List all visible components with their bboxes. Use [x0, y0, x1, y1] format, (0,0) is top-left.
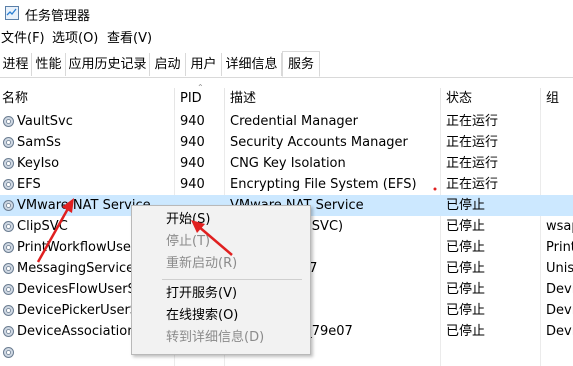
- tab-processes[interactable]: 进程: [0, 53, 32, 76]
- service-group: [546, 342, 573, 363]
- service-pid: 940: [180, 135, 205, 150]
- tab-app-history[interactable]: 应用历史记录: [66, 53, 150, 76]
- service-status: 正在运行: [446, 156, 499, 171]
- service-group: [546, 195, 573, 216]
- service-group: Devi: [546, 282, 573, 297]
- menu-separator: [162, 279, 302, 280]
- title-bar: 任务管理器: [0, 0, 573, 27]
- service-status: 已停止: [446, 282, 486, 297]
- service-status: 正在运行: [446, 114, 499, 129]
- menu-bar: 文件(F) 选项(O) 查看(V): [0, 29, 573, 49]
- service-status: 已停止: [446, 324, 486, 339]
- service-gear-icon: [2, 115, 15, 128]
- service-gear-icon: [2, 304, 15, 317]
- service-description: Credential Manager: [230, 114, 359, 129]
- service-gear-icon: [2, 199, 15, 212]
- menu-item-stop[interactable]: 停止(T): [166, 232, 210, 252]
- service-description: Encrypting File System (EFS): [230, 177, 417, 192]
- menu-options[interactable]: 选项(O): [52, 29, 98, 49]
- service-gear-icon: [2, 325, 15, 338]
- service-group: [546, 174, 573, 195]
- service-status: 已停止: [446, 198, 486, 213]
- menu-item-start[interactable]: 开始(S): [166, 210, 210, 230]
- tab-startup[interactable]: 启动: [150, 53, 186, 76]
- menu-view[interactable]: 查看(V): [107, 29, 152, 49]
- service-pid: 940: [180, 156, 205, 171]
- service-status: [446, 342, 538, 363]
- column-header-row: 名称 PID 描述 状态 组: [0, 88, 573, 110]
- column-header-group[interactable]: 组: [544, 88, 573, 110]
- service-pid: 940: [180, 177, 205, 192]
- service-name: KeyIso: [17, 156, 60, 171]
- menu-item-restart[interactable]: 重新启动(R): [166, 254, 237, 274]
- service-row[interactable]: EFS 940 Encrypting File System (EFS) 正在运行: [0, 174, 573, 195]
- service-gear-icon: [2, 220, 15, 233]
- window-title: 任务管理器: [25, 9, 91, 24]
- tab-performance[interactable]: 性能: [32, 53, 66, 76]
- context-menu: 开始(S) 停止(T) 重新启动(R) 打开服务(V) 在线搜索(O) 转到详细…: [131, 205, 311, 355]
- menu-file[interactable]: 文件(F): [1, 29, 45, 49]
- service-group: Print: [546, 240, 573, 255]
- service-group: wsap: [546, 219, 573, 234]
- service-description: CNG Key Isolation: [230, 156, 346, 171]
- service-gear-icon: [2, 136, 15, 149]
- menu-item-go-to-details[interactable]: 转到详细信息(D): [166, 328, 264, 348]
- service-status: 已停止: [446, 261, 486, 276]
- column-header-description[interactable]: 描述: [228, 88, 441, 110]
- tab-bar: 进程 性能 应用历史记录 启动 用户 详细信息 服务: [0, 51, 573, 78]
- service-gear-icon: [2, 283, 15, 296]
- tab-services[interactable]: 服务: [282, 51, 320, 77]
- service-status: 已停止: [446, 303, 486, 318]
- task-manager-icon: [5, 6, 19, 20]
- service-description: Security Accounts Manager: [230, 135, 408, 150]
- service-gear-icon: [2, 262, 15, 275]
- service-pid: 940: [180, 114, 205, 129]
- service-group: [546, 111, 573, 132]
- service-row[interactable]: KeyIso 940 CNG Key Isolation 正在运行: [0, 153, 573, 174]
- service-name: SamSs: [17, 135, 61, 150]
- service-name: VaultSvc: [17, 114, 73, 129]
- service-row[interactable]: SamSs 940 Security Accounts Manager 正在运行: [0, 132, 573, 153]
- column-header-status[interactable]: 状态: [444, 88, 541, 110]
- service-status: 已停止: [446, 240, 486, 255]
- tab-users[interactable]: 用户: [186, 53, 222, 76]
- service-group: Unis: [546, 261, 573, 276]
- service-group: [546, 153, 573, 174]
- service-group: Devi: [546, 324, 573, 339]
- service-gear-icon: [2, 178, 15, 191]
- service-status: 正在运行: [446, 135, 499, 150]
- service-gear-icon: [2, 346, 15, 359]
- column-header-pid[interactable]: PID: [178, 88, 225, 110]
- menu-item-open-services[interactable]: 打开服务(V): [166, 284, 237, 304]
- menu-item-search-online[interactable]: 在线搜索(O): [166, 306, 238, 326]
- service-group: [546, 132, 573, 153]
- service-status: 已停止: [446, 219, 486, 234]
- column-header-name[interactable]: 名称: [0, 88, 175, 110]
- service-gear-icon: [2, 157, 15, 170]
- service-group: Devi: [546, 303, 573, 318]
- service-name: EFS: [17, 177, 41, 192]
- tab-details[interactable]: 详细信息: [222, 53, 282, 76]
- service-row[interactable]: VaultSvc 940 Credential Manager 正在运行: [0, 111, 573, 132]
- service-gear-icon: [2, 241, 15, 254]
- service-status: 正在运行: [446, 177, 499, 192]
